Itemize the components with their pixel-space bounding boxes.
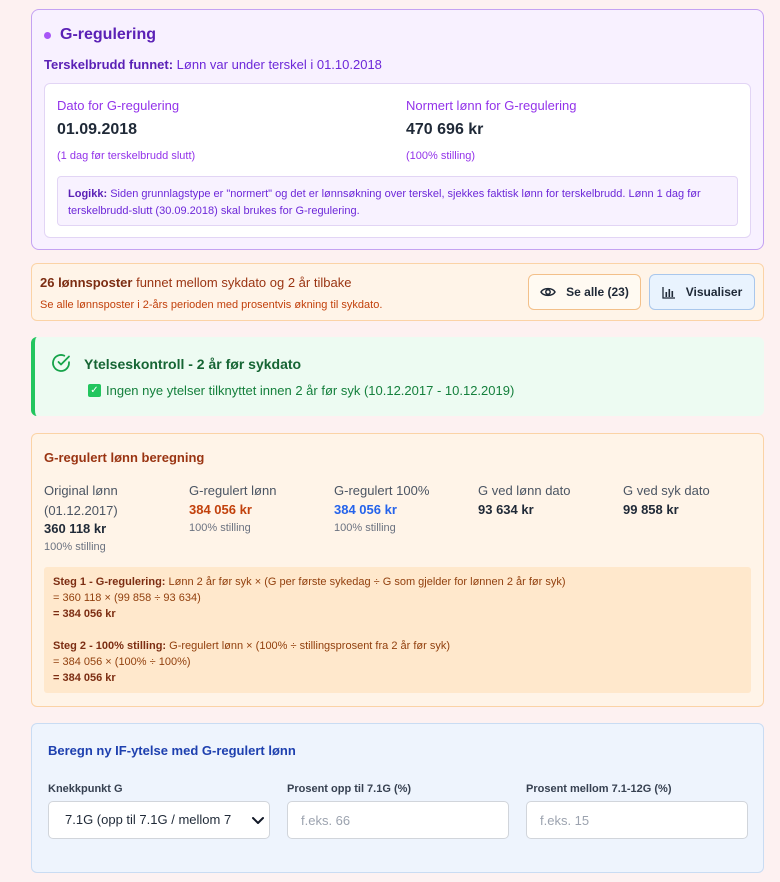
logic-text: Siden grunnlagstype er "normert" og det …: [68, 188, 701, 217]
normed-salary-note: (100% stilling): [406, 150, 476, 162]
g-regulated-salary-column: G-regulert lønn 384 056 kr 100% stilling: [189, 481, 329, 534]
g-regulated-100-value: 384 056 kr: [334, 501, 397, 517]
g-salary-date-value: 93 634 kr: [478, 501, 534, 517]
g-regulering-header: G-regulering: [44, 26, 156, 44]
g-regulated-salary-value: 384 056 kr: [189, 501, 252, 517]
pct-mid-label: Prosent mellom 7.1-12G (%): [526, 783, 672, 795]
g-regulering-details: Dato for G-regulering 01.09.2018 (1 dag …: [44, 83, 751, 238]
original-salary-sub: 100% stilling: [44, 541, 106, 553]
bar-chart-icon: [662, 286, 675, 299]
if-ytelse-title: Beregn ny IF-ytelse med G-regulert lønn: [48, 743, 296, 758]
threshold-status: Terskelbrudd funnet: Lønn var under ters…: [44, 57, 382, 72]
g-salary-date-column: G ved lønn dato 93 634 kr: [478, 481, 618, 517]
g-regulering-card: G-regulering Terskelbrudd funnet: Lønn v…: [31, 9, 764, 250]
g-sick-date-label: G ved syk dato: [623, 483, 710, 498]
step2-label: Steg 2 - 100% stilling:: [53, 639, 167, 652]
step1-line2: = 360 118 × (99 858 ÷ 93 634): [53, 591, 201, 604]
knekkpunkt-value: 7.1G (opp til 7.1G / mellom 7: [65, 812, 232, 827]
checkmark-icon: ✓: [88, 384, 101, 397]
lonnsposter-title-rest: funnet mellom sykdato og 2 år tilbake: [136, 275, 352, 290]
logic-label: Logikk:: [68, 188, 108, 200]
knekkpunkt-label: Knekkpunkt G: [48, 783, 123, 795]
step1-label: Steg 1 - G-regulering:: [53, 576, 166, 588]
pct-low-label: Prosent opp til 7.1G (%): [287, 783, 412, 795]
g-salary-date-label: G ved lønn dato: [478, 483, 571, 498]
normed-salary-block: Normert lønn for G-regulering 470 696 kr…: [406, 98, 577, 162]
lonnsposter-count: 26 lønnsposter: [40, 275, 133, 290]
original-salary-label: Original lønn (01.12.2017): [44, 483, 118, 518]
pct-mid-input[interactable]: [526, 801, 748, 839]
g-sick-date-column: G ved syk dato 99 858 kr: [623, 481, 763, 517]
pct-low-input[interactable]: [287, 801, 509, 839]
g-regulated-100-label: G-regulert 100%: [334, 483, 430, 498]
step1-formula: Lønn 2 år før syk × (G per første sykeda…: [168, 576, 566, 588]
g-regulated-salary-label: G-regulert lønn: [189, 483, 277, 498]
step2-line: Steg 2 - 100% stilling: G-regulert lønn …: [53, 639, 742, 655]
visualize-label: Visualiser: [685, 285, 743, 299]
original-salary-column: Original lønn (01.12.2017) 360 118 kr 10…: [44, 481, 184, 553]
ytelseskontroll-title: Ytelseskontroll - 2 år før sykdato: [84, 356, 302, 372]
g-regulated-salary-sub: 100% stilling: [189, 521, 251, 534]
regulation-date-block: Dato for G-regulering 01.09.2018 (1 dag …: [57, 98, 195, 162]
g-regulated-100-sub: 100% stilling: [334, 521, 396, 534]
g-regulated-100-column: G-regulert 100% 384 056 kr 100% stilling: [334, 481, 474, 534]
knekkpunkt-select[interactable]: 7.1G (opp til 7.1G / mellom 7: [48, 801, 270, 839]
step1-line: Steg 1 - G-regulering: Lønn 2 år før syk…: [53, 575, 742, 591]
g-regulert-calc-card: G-regulert lønn beregning Original lønn …: [31, 433, 764, 707]
regulation-date-note: (1 dag før terskelbrudd slutt): [57, 150, 196, 162]
eye-icon: [540, 287, 556, 297]
original-salary-value: 360 118 kr: [44, 521, 107, 536]
step2-result: = 384 056 kr: [53, 671, 116, 684]
see-all-button[interactable]: Se alle (23): [528, 274, 641, 310]
g-regulering-title: G-regulering: [60, 26, 157, 43]
lonnsposter-subtitle: Se alle lønnsposter i 2-års perioden med…: [40, 299, 383, 311]
calc-steps-box: Steg 1 - G-regulering: Lønn 2 år før syk…: [44, 567, 751, 693]
step2-line2: = 384 056 × (100% ÷ 100%): [53, 655, 191, 668]
visualize-button[interactable]: Visualiser: [649, 274, 755, 310]
regulation-date-label: Dato for G-regulering: [57, 98, 180, 113]
lonnsposter-card: 26 lønnsposter funnet mellom sykdato og …: [31, 263, 764, 321]
normed-salary-label: Normert lønn for G-regulering: [406, 98, 577, 113]
bullet-dot-icon: [44, 31, 51, 39]
normed-salary-value: 470 696 kr: [406, 121, 484, 138]
step2-formula: G-regulert lønn × (100% ÷ stillingsprose…: [169, 639, 450, 652]
calc-title: G-regulert lønn beregning: [44, 450, 205, 465]
regulation-date-value: 01.09.2018: [57, 121, 138, 138]
logic-box: Logikk: Siden grunnlagstype er "normert"…: [57, 176, 738, 226]
lonnsposter-title: 26 lønnsposter funnet mellom sykdato og …: [40, 275, 351, 290]
ytelseskontroll-card: Ytelseskontroll - 2 år før sykdato ✓ Ing…: [31, 337, 764, 416]
chevron-down-icon: [250, 812, 266, 828]
step1-result: = 384 056 kr: [53, 607, 116, 620]
ytelseskontroll-text: Ingen nye ytelser tilknyttet innen 2 år …: [106, 383, 515, 398]
check-circle-icon: [52, 354, 70, 372]
ytelseskontroll-result: ✓ Ingen nye ytelser tilknyttet innen 2 å…: [88, 383, 514, 398]
threshold-label: Terskelbrudd funnet:: [44, 57, 174, 72]
see-all-label: Se alle (23): [566, 285, 629, 299]
threshold-text: Lønn var under terskel i 01.10.2018: [176, 57, 382, 72]
if-ytelse-card: Beregn ny IF-ytelse med G-regulert lønn …: [31, 723, 764, 873]
g-sick-date-value: 99 858 kr: [623, 501, 679, 517]
